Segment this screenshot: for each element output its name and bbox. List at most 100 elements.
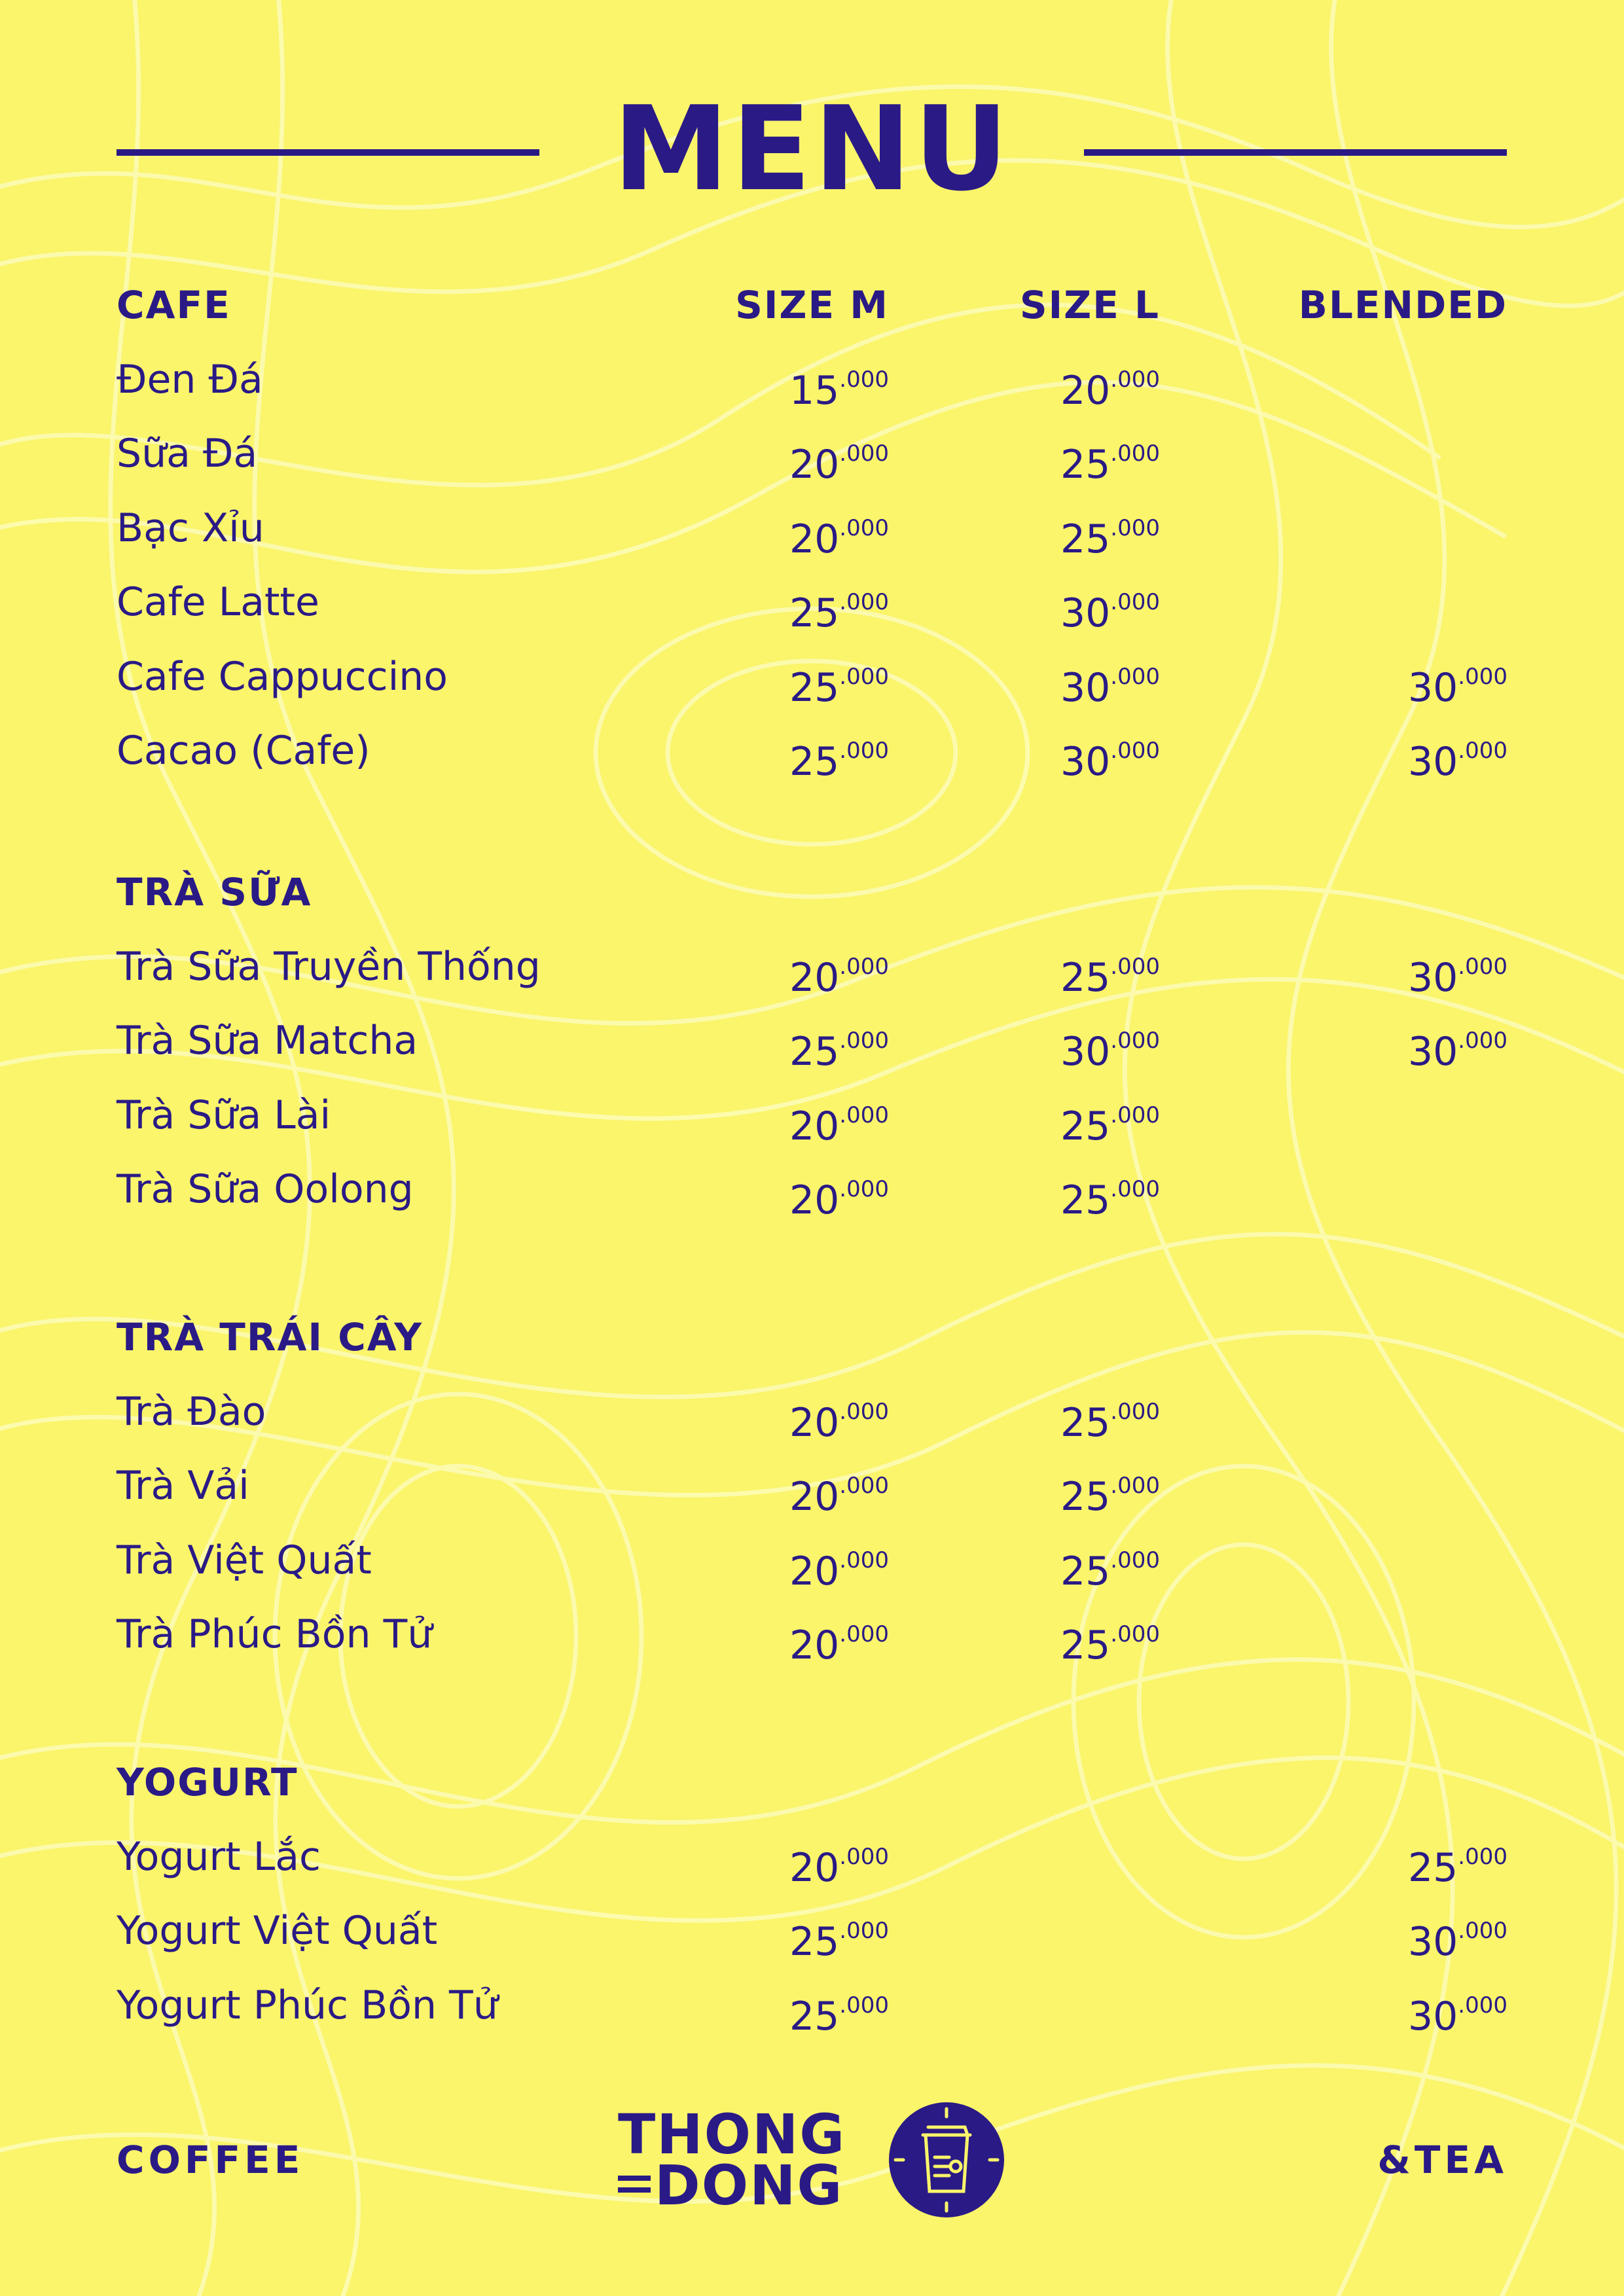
menu-item-name: Yogurt Việt Quất [117, 1908, 438, 1954]
price-value: 25 [789, 739, 840, 785]
price-value: 15 [789, 367, 840, 414]
price-size-m: 20.000 [789, 1157, 889, 1233]
price-size-l: 25.000 [1060, 1453, 1160, 1530]
price-value: 25 [1060, 516, 1111, 562]
price-size-m: 25.000 [789, 569, 889, 646]
price-thousands-suffix: .000 [839, 1176, 889, 1202]
price-thousands-suffix: .000 [1110, 738, 1160, 764]
section-header: TRÀ TRÁI CÂY [0, 1304, 1624, 1370]
price-blended: 30.000 [1408, 718, 1507, 795]
price-thousands-suffix: .000 [1110, 1621, 1160, 1647]
price-thousands-suffix: .000 [839, 1621, 889, 1647]
price-value: 20 [789, 1103, 840, 1149]
page-title: MENU [613, 81, 1011, 217]
menu-item-row: Trà Sữa Oolong 20.000 25.000 [0, 1157, 1624, 1223]
menu-item-row: Bạc Xỉu 20.000 25.000 [0, 495, 1624, 562]
price-value: 25 [1060, 442, 1111, 488]
price-blended: 30.000 [1408, 1973, 1507, 2049]
price-size-m: 25.000 [789, 718, 889, 795]
price-thousands-suffix: .000 [1458, 1843, 1507, 1870]
price-size-m: 20.000 [789, 1528, 889, 1604]
footer-coffee-label: COFFEE [117, 2138, 304, 2182]
menu-item-name: Yogurt Phúc Bồn Tử [117, 1982, 498, 2028]
price-size-m: 20.000 [789, 421, 889, 497]
price-size-m: 25.000 [789, 644, 889, 721]
price-value: 20 [789, 1844, 840, 1891]
price-value: 30 [1407, 954, 1458, 1001]
menu-item-row: Sữa Đá 20.000 25.000 [0, 421, 1624, 488]
menu-item-row: Trà Vải 20.000 25.000 [0, 1453, 1624, 1520]
price-blended: 30.000 [1408, 1008, 1507, 1085]
price-value: 25 [1060, 1399, 1111, 1446]
price-thousands-suffix: .000 [1110, 1176, 1160, 1202]
menu-item-name: Trà Sữa Truyền Thống [117, 943, 541, 990]
brand-line-2: DONG [655, 2153, 844, 2217]
price-value: 25 [1060, 1177, 1111, 1223]
price-thousands-suffix: .000 [839, 1473, 889, 1499]
price-size-l: 25.000 [1060, 1528, 1160, 1604]
price-size-l: 25.000 [1060, 421, 1160, 497]
section-heading: TRÀ SỮA [117, 870, 312, 914]
price-size-l: 30.000 [1060, 569, 1160, 646]
footer-tea-label: &TEA [1377, 2138, 1507, 2182]
price-size-m: 25.000 [789, 1008, 889, 1085]
price-thousands-suffix: .000 [839, 1918, 889, 1944]
menu-item-row: Trà Việt Quất 20.000 25.000 [0, 1528, 1624, 1594]
price-size-m: 20.000 [789, 1083, 889, 1159]
price-value: 30 [1407, 1919, 1458, 1965]
brand-equals-mark [618, 2176, 651, 2193]
price-thousands-suffix: .000 [839, 738, 889, 764]
price-value: 20 [789, 1548, 840, 1594]
price-value: 30 [1060, 664, 1111, 711]
section-heading: YOGURT [117, 1760, 298, 1804]
brand-wordmark: THONG DONG [618, 2107, 880, 2213]
price-value: 20 [789, 1623, 840, 1668]
price-size-l: 30.000 [1060, 718, 1160, 795]
price-thousands-suffix: .000 [1458, 1992, 1507, 2018]
price-value: 25 [789, 1993, 840, 2039]
price-value: 20 [789, 516, 840, 562]
section-header: YOGURT [0, 1749, 1624, 1815]
price-size-l: 25.000 [1060, 934, 1160, 1011]
menu-item-name: Trà Sữa Lài [117, 1092, 331, 1138]
price-value: 20 [789, 1177, 840, 1223]
price-thousands-suffix: .000 [839, 663, 889, 690]
price-value: 30 [1407, 664, 1458, 711]
price-value: 25 [1407, 1844, 1458, 1891]
menu-item-row: Trà Sữa Lài 20.000 25.000 [0, 1083, 1624, 1149]
menu-item-name: Trà Đào [117, 1388, 266, 1435]
price-value: 25 [1060, 954, 1111, 1001]
price-size-m: 20.000 [789, 495, 889, 572]
menu-item-row: Đen Đá 15.000 20.000 [0, 347, 1624, 414]
price-value: 30 [1060, 590, 1111, 636]
price-size-l: 25.000 [1060, 495, 1160, 572]
price-size-m: 20.000 [789, 1453, 889, 1530]
price-thousands-suffix: .000 [1458, 738, 1507, 764]
price-value: 25 [789, 664, 840, 711]
menu-item-name: Trà Vải [117, 1463, 249, 1509]
price-blended: 30.000 [1408, 934, 1507, 1011]
price-value: 25 [1060, 1548, 1111, 1594]
price-thousands-suffix: .000 [1458, 1918, 1507, 1944]
price-thousands-suffix: .000 [839, 953, 889, 980]
price-value: 25 [1060, 1623, 1111, 1668]
price-thousands-suffix: .000 [839, 1102, 889, 1128]
price-thousands-suffix: .000 [1110, 440, 1160, 467]
price-thousands-suffix: .000 [1110, 366, 1160, 393]
price-size-m: 20.000 [789, 934, 889, 1011]
menu-item-name: Yogurt Lắc [117, 1833, 321, 1880]
price-size-l: 30.000 [1060, 1008, 1160, 1085]
section-header: CAFE SIZE M SIZE L BLENDED [0, 272, 1624, 338]
price-value: 25 [789, 1029, 840, 1075]
price-thousands-suffix: .000 [1110, 1473, 1160, 1499]
price-thousands-suffix: .000 [839, 440, 889, 467]
price-thousands-suffix: .000 [1458, 1028, 1507, 1054]
price-size-m: 25.000 [789, 1898, 889, 1975]
section-heading: TRÀ TRÁI CÂY [117, 1315, 424, 1359]
price-value: 30 [1060, 739, 1111, 785]
menu-item-row: Cafe Cappuccino 25.000 30.000 30.000 [0, 644, 1624, 711]
brand-line-2-wrap: DONG [618, 2158, 880, 2213]
price-thousands-suffix: .000 [839, 1398, 889, 1425]
price-thousands-suffix: .000 [1110, 1398, 1160, 1425]
menu-item-name: Trà Sữa Matcha [117, 1018, 418, 1064]
